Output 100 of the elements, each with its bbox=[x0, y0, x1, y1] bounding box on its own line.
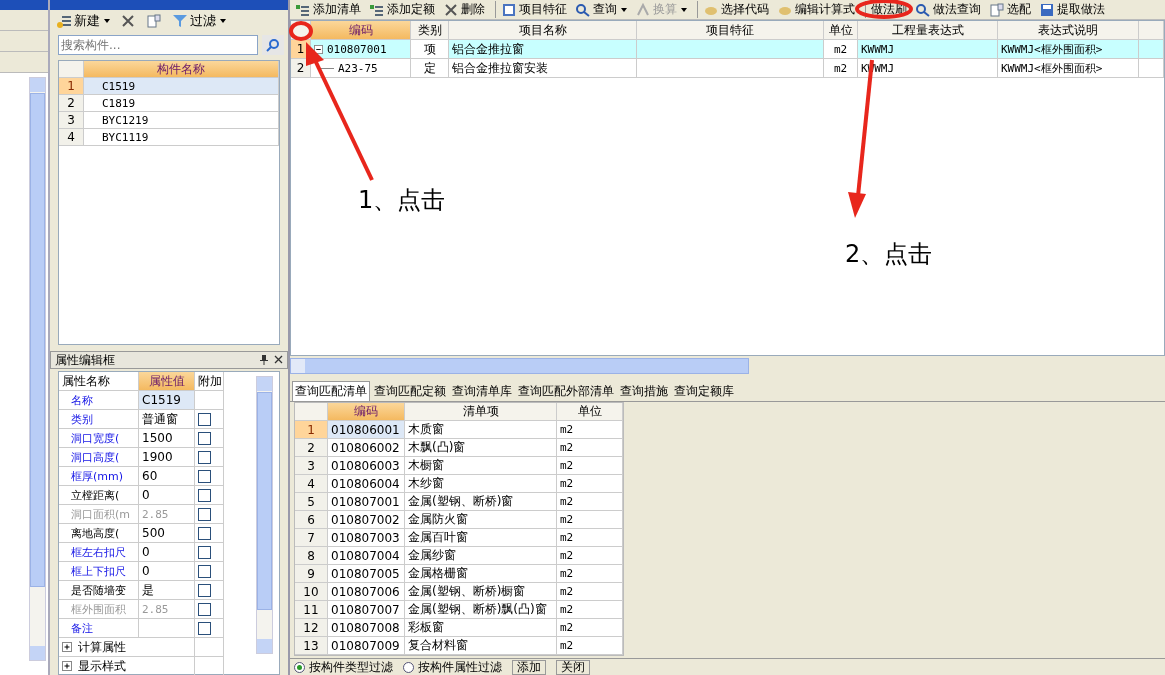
group-label[interactable]: 显示样式 bbox=[78, 657, 126, 675]
checkbox[interactable] bbox=[198, 583, 211, 597]
table-cell[interactable]: m2 bbox=[557, 565, 623, 583]
column-header[interactable]: 单位 bbox=[557, 403, 623, 421]
search-button[interactable] bbox=[262, 35, 284, 55]
checkbox[interactable] bbox=[198, 488, 211, 502]
table-cell[interactable]: 木飘(凸)窗 bbox=[405, 439, 557, 457]
toolbar-button[interactable]: 做法查询 bbox=[914, 1, 982, 18]
table-cell[interactable]: 金属百叶窗 bbox=[405, 529, 557, 547]
table-cell[interactable]: 010807009 bbox=[328, 637, 405, 655]
table-cell[interactable]: m2 bbox=[557, 601, 623, 619]
property-value[interactable]: 是 bbox=[139, 581, 195, 600]
checkbox[interactable] bbox=[198, 545, 211, 559]
toolbar-button[interactable]: 提取做法 bbox=[1038, 1, 1106, 18]
table-cell[interactable]: m2 bbox=[557, 529, 623, 547]
table-cell[interactable]: m2 bbox=[557, 493, 623, 511]
copy-button[interactable] bbox=[144, 14, 164, 28]
expand-icon[interactable] bbox=[62, 642, 72, 652]
scrollbar[interactable] bbox=[290, 358, 749, 374]
property-value[interactable]: 1500 bbox=[139, 429, 195, 448]
toolbar-button[interactable]: 选择代码 bbox=[697, 1, 770, 18]
expand-icon[interactable] bbox=[62, 661, 72, 671]
table-cell[interactable]: 金属防火窗 bbox=[405, 511, 557, 529]
property-value[interactable]: 0 bbox=[139, 486, 195, 505]
table-cell[interactable]: m2 bbox=[557, 439, 623, 457]
table-cell[interactable]: m2 bbox=[557, 547, 623, 565]
tab[interactable]: 查询匹配外部清单 bbox=[516, 381, 616, 401]
column-header[interactable]: 单位 bbox=[824, 21, 858, 40]
table-cell[interactable]: 010807005 bbox=[328, 565, 405, 583]
search-field[interactable]: 搜索构件... bbox=[58, 35, 258, 55]
component-name[interactable]: C1819 bbox=[84, 95, 279, 112]
table-cell[interactable]: 010807007 bbox=[328, 601, 405, 619]
close-icon[interactable] bbox=[274, 355, 283, 364]
column-header[interactable]: 属性值 bbox=[139, 372, 195, 391]
table-cell[interactable]: 010806001 bbox=[328, 421, 405, 439]
new-button[interactable]: 新建 bbox=[54, 12, 112, 30]
checkbox[interactable] bbox=[198, 507, 211, 521]
table-cell[interactable]: 010807008 bbox=[328, 619, 405, 637]
tab[interactable]: 查询匹配定额 bbox=[372, 381, 448, 401]
action-button[interactable]: 添加 bbox=[512, 659, 546, 675]
column-header[interactable]: 清单项 bbox=[405, 403, 557, 421]
table-cell[interactable]: 010806002 bbox=[328, 439, 405, 457]
table-cell[interactable]: 金属(塑钢、断桥)飘(凸)窗 bbox=[405, 601, 557, 619]
table-cell[interactable]: m2 bbox=[557, 457, 623, 475]
radio-option[interactable]: 按构件类型过滤 bbox=[294, 658, 393, 675]
table-cell[interactable]: 010806003 bbox=[328, 457, 405, 475]
component-name[interactable]: BYC1119 bbox=[84, 129, 279, 146]
action-button[interactable]: 关闭 bbox=[556, 659, 590, 675]
toolbar-button[interactable]: 添加定额 bbox=[368, 1, 436, 18]
column-header[interactable]: 构件名称 bbox=[84, 61, 279, 78]
column-header[interactable]: 类别 bbox=[411, 21, 449, 40]
toolbar-button[interactable]: 编辑计算式 bbox=[776, 1, 856, 18]
tab[interactable]: 查询匹配清单 bbox=[292, 381, 370, 401]
column-header[interactable]: 表达式说明 bbox=[998, 21, 1139, 40]
column-header[interactable]: 编码 bbox=[311, 21, 411, 40]
table-cell[interactable]: 木质窗 bbox=[405, 421, 557, 439]
column-header[interactable]: 编码 bbox=[328, 403, 405, 421]
toolbar-button[interactable]: 查询 bbox=[574, 1, 628, 18]
table-cell[interactable]: 木橱窗 bbox=[405, 457, 557, 475]
toolbar-button[interactable]: 添加清单 bbox=[294, 1, 362, 18]
property-value[interactable]: 500 bbox=[139, 524, 195, 543]
table-cell[interactable]: m2 bbox=[557, 475, 623, 493]
tab[interactable]: 查询清单库 bbox=[450, 381, 514, 401]
toolbar-button[interactable]: 选配 bbox=[988, 1, 1032, 18]
column-header[interactable]: 项目名称 bbox=[449, 21, 637, 40]
table-cell[interactable]: 金属格栅窗 bbox=[405, 565, 557, 583]
table-cell[interactable]: m2 bbox=[557, 421, 623, 439]
checkbox[interactable] bbox=[198, 450, 211, 464]
filter-button[interactable]: 过滤 bbox=[170, 12, 228, 30]
table-cell[interactable]: 复合材料窗 bbox=[405, 637, 557, 655]
table-cell[interactable]: 010807006 bbox=[328, 583, 405, 601]
column-header[interactable]: 附加 bbox=[195, 372, 224, 391]
pin-icon[interactable] bbox=[260, 355, 268, 365]
property-value[interactable]: 普通窗 bbox=[139, 410, 195, 429]
table-cell[interactable]: 木纱窗 bbox=[405, 475, 557, 493]
checkbox[interactable] bbox=[198, 469, 211, 483]
scrollbar[interactable] bbox=[256, 376, 273, 654]
table-cell[interactable]: m2 bbox=[557, 511, 623, 529]
table-cell[interactable]: 010806004 bbox=[328, 475, 405, 493]
property-value[interactable]: C1519 bbox=[139, 391, 195, 410]
table-cell[interactable]: m2 bbox=[557, 637, 623, 655]
tab[interactable]: 查询措施 bbox=[618, 381, 670, 401]
column-header[interactable]: 工程量表达式 bbox=[858, 21, 998, 40]
radio-option[interactable]: 按构件属性过滤 bbox=[403, 658, 502, 675]
table-row[interactable]: 1 010807001 项 铝合金推拉窗 m2 KWWMJ KWWMJ<框外围面积> bbox=[291, 40, 1164, 59]
table-cell[interactable]: 010807001 bbox=[328, 493, 405, 511]
checkbox[interactable] bbox=[198, 431, 211, 445]
toolbar-button[interactable]: 项目特征 bbox=[495, 1, 568, 18]
property-value[interactable]: 60 bbox=[139, 467, 195, 486]
table-cell[interactable]: 金属(塑钢、断桥)橱窗 bbox=[405, 583, 557, 601]
property-value-field[interactable] bbox=[139, 619, 195, 638]
tab[interactable]: 查询定额库 bbox=[672, 381, 736, 401]
checkbox[interactable] bbox=[198, 564, 211, 578]
table-cell[interactable]: 金属纱窗 bbox=[405, 547, 557, 565]
table-cell[interactable]: 010807002 bbox=[328, 511, 405, 529]
property-value[interactable]: 0 bbox=[139, 562, 195, 581]
component-name[interactable]: C1519 bbox=[84, 78, 279, 95]
toolbar-button[interactable]: 删除 bbox=[442, 1, 486, 18]
table-cell[interactable]: 010807003 bbox=[328, 529, 405, 547]
table-cell[interactable]: 金属(塑钢、断桥)窗 bbox=[405, 493, 557, 511]
